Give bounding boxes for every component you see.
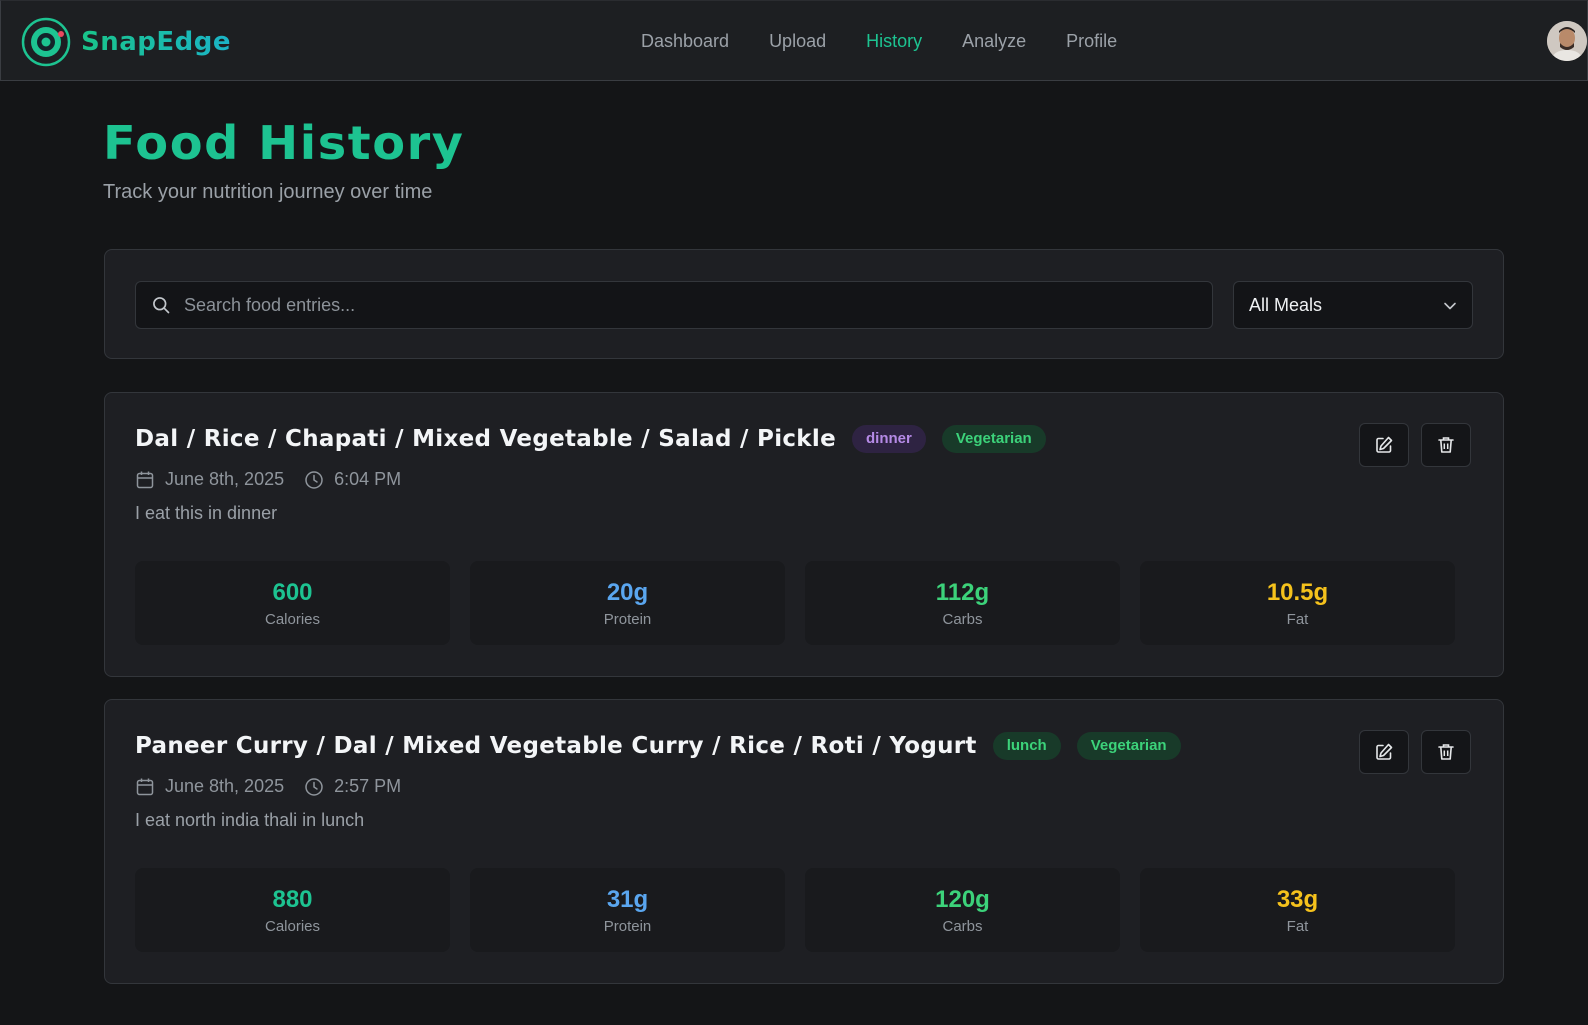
main-nav: Dashboard Upload History Analyze Profile <box>621 1 1137 82</box>
entry-actions <box>1359 423 1471 467</box>
avatar[interactable] <box>1547 21 1587 61</box>
diet-badge: Vegetarian <box>1076 732 1181 760</box>
camera-lens-icon <box>21 17 71 67</box>
stat-label: Protein <box>603 610 652 628</box>
brand-name: SnapEdge <box>81 27 232 57</box>
entry-date: June 8th, 2025 <box>165 776 285 796</box>
delete-entry-button[interactable] <box>1421 730 1471 774</box>
edit-entry-button[interactable] <box>1359 423 1409 467</box>
stat-calories: 880 Calories <box>135 868 450 952</box>
nutrition-stats: 880 Calories 31g Protein 120g Carbs 33g … <box>135 868 1455 952</box>
stat-value: 33g <box>1276 885 1319 913</box>
stat-protein: 20g Protein <box>470 561 785 645</box>
page-title: Food History <box>103 116 465 170</box>
top-navbar: SnapEdge Dashboard Upload History Analyz… <box>0 0 1588 81</box>
stat-value: 880 <box>272 885 313 913</box>
trash-icon <box>1438 437 1454 453</box>
stat-fat: 10.5g Fat <box>1140 561 1455 645</box>
stat-label: Protein <box>603 917 652 935</box>
brand[interactable]: SnapEdge <box>21 17 231 67</box>
edit-icon <box>1376 436 1393 453</box>
stat-value: 31g <box>606 885 649 913</box>
entry-header: Dal / Rice / Chapati / Mixed Vegetable /… <box>135 423 1046 455</box>
edit-entry-button[interactable] <box>1359 730 1409 774</box>
entry-meta: June 8th, 2025 6:04 PM <box>135 469 401 490</box>
user-avatar-icon <box>1547 21 1587 61</box>
trash-icon <box>1438 744 1454 760</box>
stat-label: Carbs <box>942 610 983 628</box>
nav-dashboard[interactable]: Dashboard <box>621 1 749 82</box>
entry-time-group: 2:57 PM <box>304 776 401 797</box>
entry-note: I eat this in dinner <box>135 503 278 523</box>
search-input[interactable] <box>184 282 1204 328</box>
entry-header: Paneer Curry / Dal / Mixed Vegetable Cur… <box>135 730 1181 762</box>
nav-upload[interactable]: Upload <box>749 1 846 82</box>
stat-value: 112g <box>935 578 990 606</box>
entry-actions <box>1359 730 1471 774</box>
stat-value: 20g <box>606 578 649 606</box>
entry-title: Dal / Rice / Chapati / Mixed Vegetable /… <box>135 426 836 452</box>
nutrition-stats: 600 Calories 20g Protein 112g Carbs 10.5… <box>135 561 1455 645</box>
stat-value: 10.5g <box>1266 578 1329 606</box>
entry-title: Paneer Curry / Dal / Mixed Vegetable Cur… <box>135 733 977 759</box>
entry-time-group: 6:04 PM <box>304 469 401 490</box>
delete-entry-button[interactable] <box>1421 423 1471 467</box>
stat-value: 120g <box>935 885 990 913</box>
stat-label: Calories <box>264 917 321 935</box>
nav-profile[interactable]: Profile <box>1046 1 1137 82</box>
stat-label: Carbs <box>942 917 983 935</box>
meal-filter-select[interactable]: All Meals <box>1233 281 1473 329</box>
page-subtitle: Track your nutrition journey over time <box>103 181 433 203</box>
stat-fat: 33g Fat <box>1140 868 1455 952</box>
stat-calories: 600 Calories <box>135 561 450 645</box>
entry-meta: June 8th, 2025 2:57 PM <box>135 776 401 797</box>
entry-time: 2:57 PM <box>334 776 402 796</box>
search-icon <box>153 297 170 314</box>
calendar-icon <box>136 471 154 488</box>
food-entry-card: Paneer Curry / Dal / Mixed Vegetable Cur… <box>104 699 1504 984</box>
stat-carbs: 120g Carbs <box>805 868 1120 952</box>
food-entry-card: Dal / Rice / Chapati / Mixed Vegetable /… <box>104 392 1504 677</box>
meal-type-badge: dinner <box>852 425 926 453</box>
entry-time: 6:04 PM <box>334 469 402 489</box>
nav-history[interactable]: History <box>846 1 942 82</box>
diet-badge: Vegetarian <box>941 425 1046 453</box>
stat-value: 600 <box>272 578 313 606</box>
stat-protein: 31g Protein <box>470 868 785 952</box>
edit-icon <box>1376 743 1393 760</box>
stat-label: Fat <box>1286 917 1309 935</box>
chevron-down-icon <box>1444 302 1456 310</box>
stat-label: Fat <box>1286 610 1309 628</box>
clock-icon <box>305 470 323 489</box>
meal-type-badge: lunch <box>992 732 1061 760</box>
clock-icon <box>305 777 323 796</box>
nav-analyze[interactable]: Analyze <box>942 1 1046 82</box>
stat-carbs: 112g Carbs <box>805 561 1120 645</box>
stat-label: Calories <box>264 610 321 628</box>
entry-date: June 8th, 2025 <box>165 469 285 489</box>
filter-panel: All Meals <box>104 249 1504 359</box>
calendar-icon <box>136 778 154 795</box>
search-box <box>135 281 1213 329</box>
meal-filter-value: All Meals <box>1249 294 1323 315</box>
entry-note: I eat north india thali in lunch <box>135 810 365 830</box>
